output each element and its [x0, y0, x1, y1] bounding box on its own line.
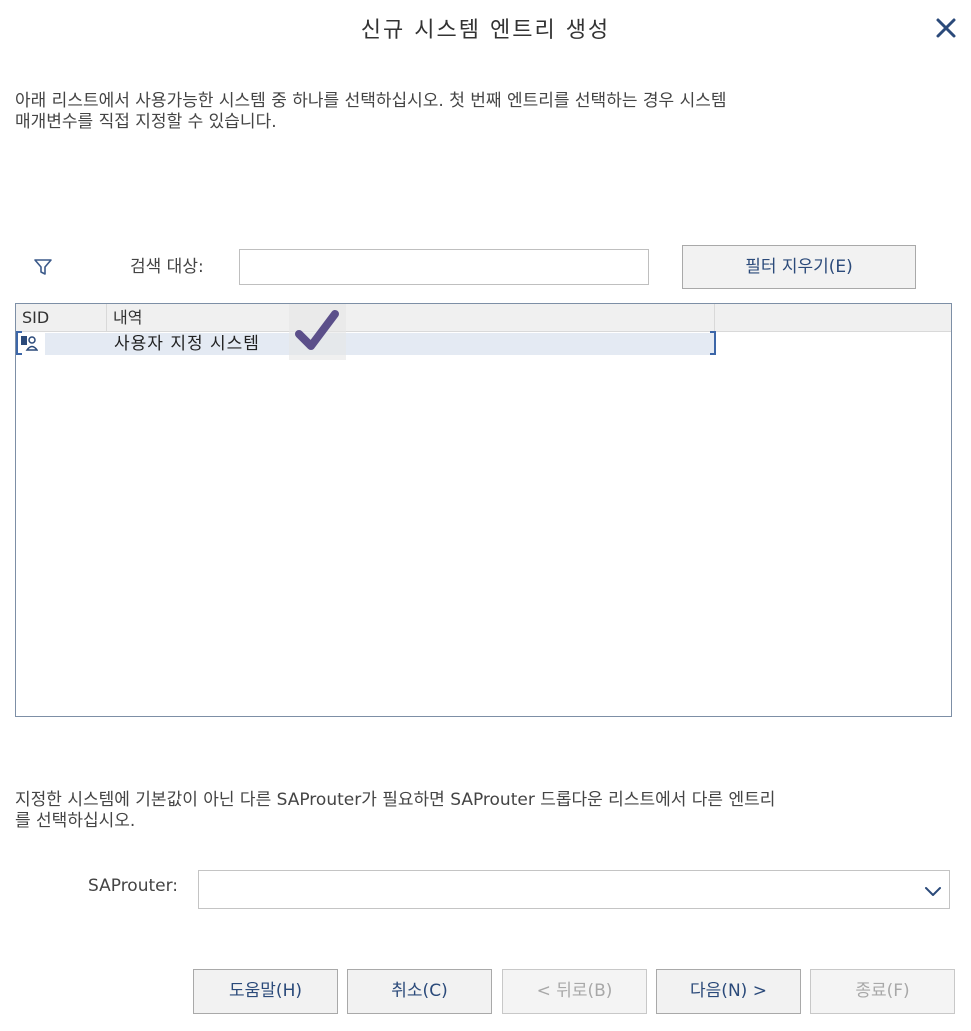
search-label: 검색 대상:	[130, 257, 204, 277]
focus-bracket-right	[710, 331, 716, 355]
router-text-line2: 를 선택하십시오.	[15, 811, 136, 831]
list-header: SID 내역	[16, 304, 951, 332]
dialog-title: 신규 시스템 엔트리 생성	[360, 18, 611, 43]
column-header-description[interactable]: 내역	[107, 304, 715, 331]
close-icon	[936, 18, 956, 38]
chevron-down-icon[interactable]	[923, 881, 943, 901]
list-row-custom-system[interactable]: 사용자 지정 시스템	[16, 304, 716, 360]
intro-text-line2: 매개변수를 직접 지정할 수 있습니다.	[15, 112, 277, 132]
row-description: 사용자 지정 시스템	[114, 334, 260, 354]
checkmark-icon	[289, 304, 346, 360]
cancel-button[interactable]: 취소(C)	[347, 969, 492, 1014]
close-button[interactable]	[932, 14, 960, 42]
intro-text-line1: 아래 리스트에서 사용가능한 시스템 중 하나를 선택하십시오. 첫 번째 엔트…	[15, 91, 727, 111]
next-button[interactable]: 다음(N) >	[656, 969, 801, 1014]
system-list[interactable]: SID 내역 사용자 지정 시스템	[15, 303, 952, 717]
filter-icon[interactable]	[32, 256, 54, 278]
finish-button[interactable]: 종료(F)	[810, 969, 955, 1014]
column-header-empty[interactable]	[715, 304, 951, 331]
clear-filter-button[interactable]: 필터 지우기(E)	[682, 245, 916, 289]
saprouter-label: SAProuter:	[88, 876, 179, 896]
saprouter-select[interactable]	[198, 870, 950, 909]
router-text-line1: 지정한 시스템에 기본값이 아닌 다른 SAProuter가 필요하면 SAPr…	[15, 790, 776, 810]
back-button[interactable]: < 뒤로(B)	[502, 969, 647, 1014]
search-input[interactable]	[239, 249, 649, 285]
help-button[interactable]: 도움말(H)	[193, 969, 338, 1014]
custom-system-icon	[20, 334, 39, 352]
column-header-sid[interactable]: SID	[16, 304, 107, 331]
